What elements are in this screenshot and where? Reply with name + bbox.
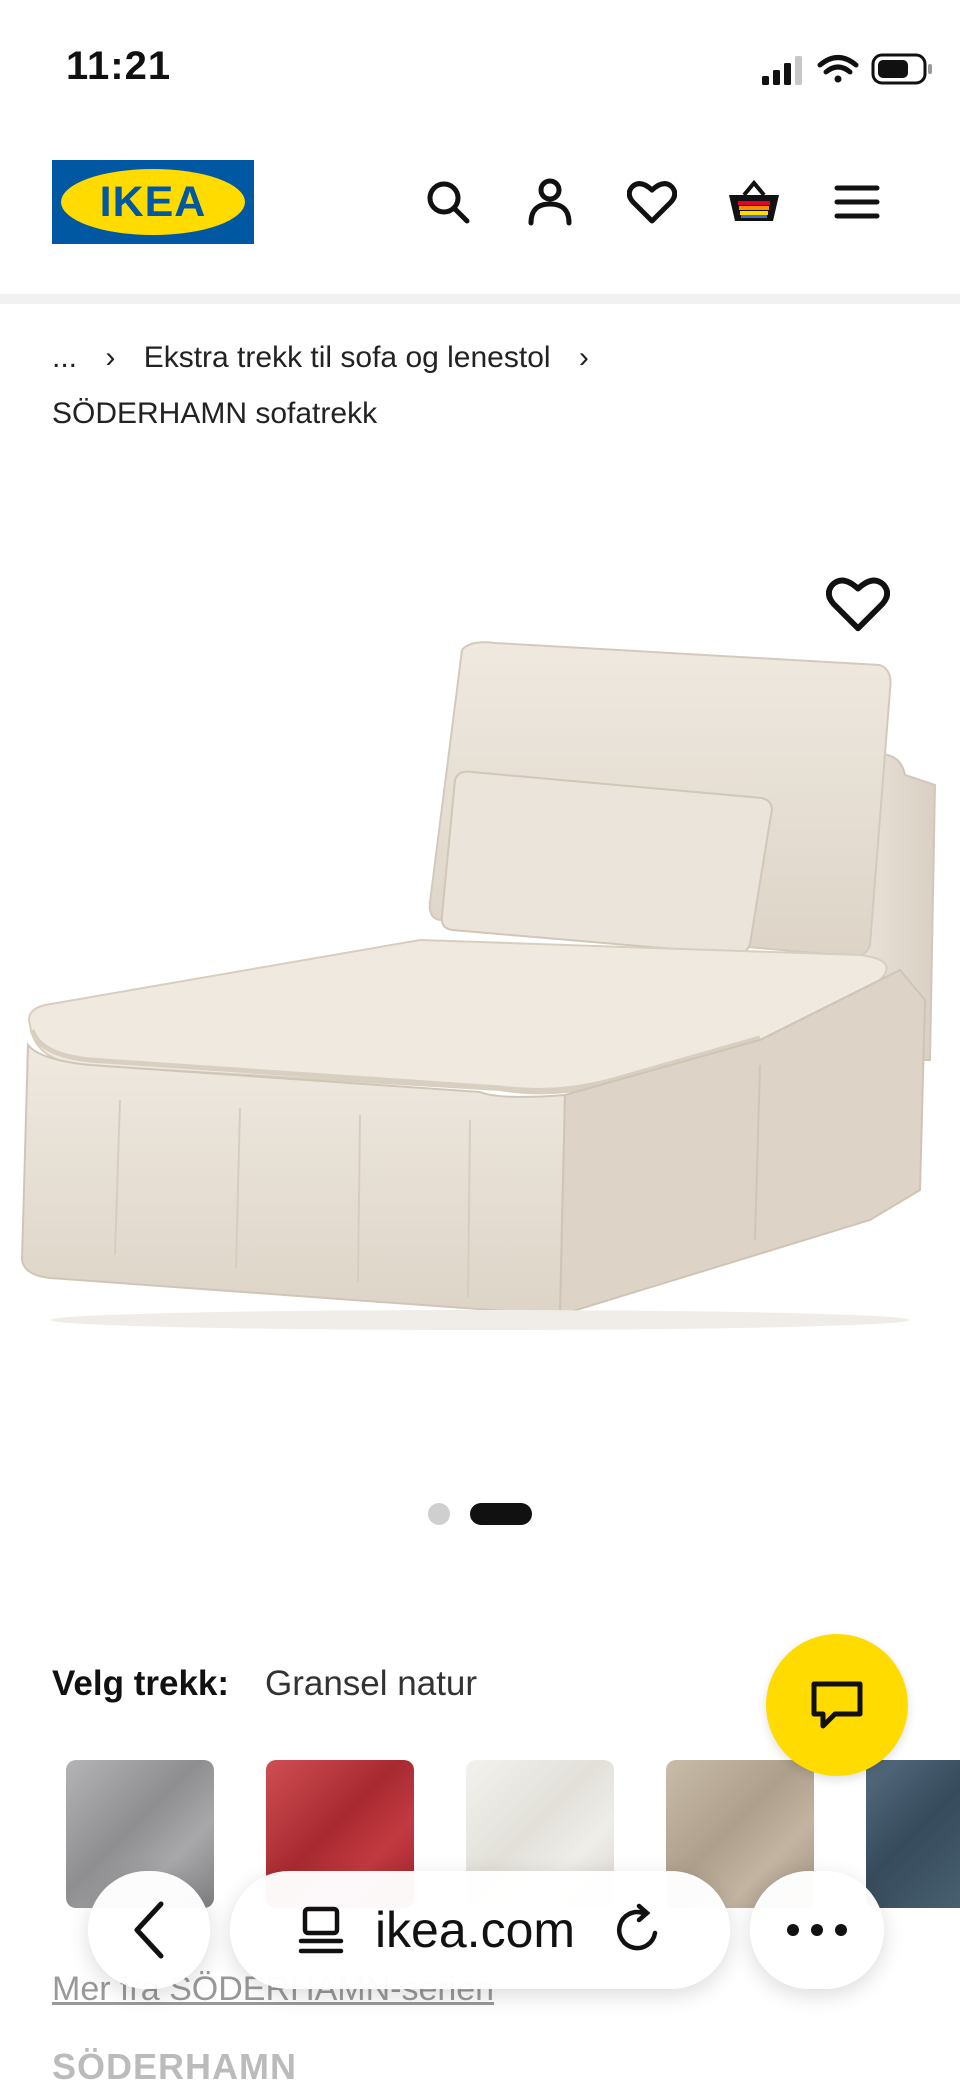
breadcrumb-category-link[interactable]: Ekstra trekk til sofa og lenestol [144,341,551,374]
cover-label: Velg trekk: [52,1664,230,1703]
breadcrumb: ... › Ekstra trekk til sofa og lenestol … [52,336,932,380]
breadcrumb-current: SÖDERHAMN sofatrekk [52,397,378,430]
reload-icon [617,1903,658,1951]
menu-icon[interactable] [829,174,885,230]
product-image[interactable] [0,540,960,1340]
basket-icon[interactable] [726,174,782,230]
more-icon [787,1924,847,1936]
search-icon[interactable] [420,174,476,230]
heart-icon[interactable] [624,174,680,230]
url-text: ikea.com [374,1902,576,1958]
chevron-right-icon: › [578,341,589,374]
carousel-dot-1[interactable] [428,1503,450,1525]
tabs-icon [298,1906,344,1954]
wifi-icon [817,55,859,83]
series-title: SÖDERHAMN [52,2046,298,2087]
cover-value: Gransel natur [265,1664,478,1703]
ikea-logo[interactable]: IKEA [52,160,254,244]
back-button[interactable] [88,1871,210,1989]
swatch-blue[interactable] [866,1760,960,1908]
more-button[interactable] [750,1871,884,1989]
account-icon[interactable] [522,174,578,230]
chevron-left-icon [134,1901,164,1959]
battery-icon [871,53,932,85]
header-divider [0,294,960,304]
breadcrumb-ellipsis[interactable]: ... [52,341,77,374]
address-bar[interactable]: ikea.com [230,1871,730,1989]
status-icons [756,48,936,92]
chat-icon [811,1681,863,1729]
signal-icon [762,56,802,85]
favorite-icon[interactable] [826,574,890,634]
chat-button[interactable] [766,1634,908,1776]
logo-text: IKEA [99,178,207,226]
carousel-dot-2-active[interactable] [470,1503,532,1525]
chevron-right-icon: › [105,341,116,374]
status-time: 11:21 [66,44,172,88]
